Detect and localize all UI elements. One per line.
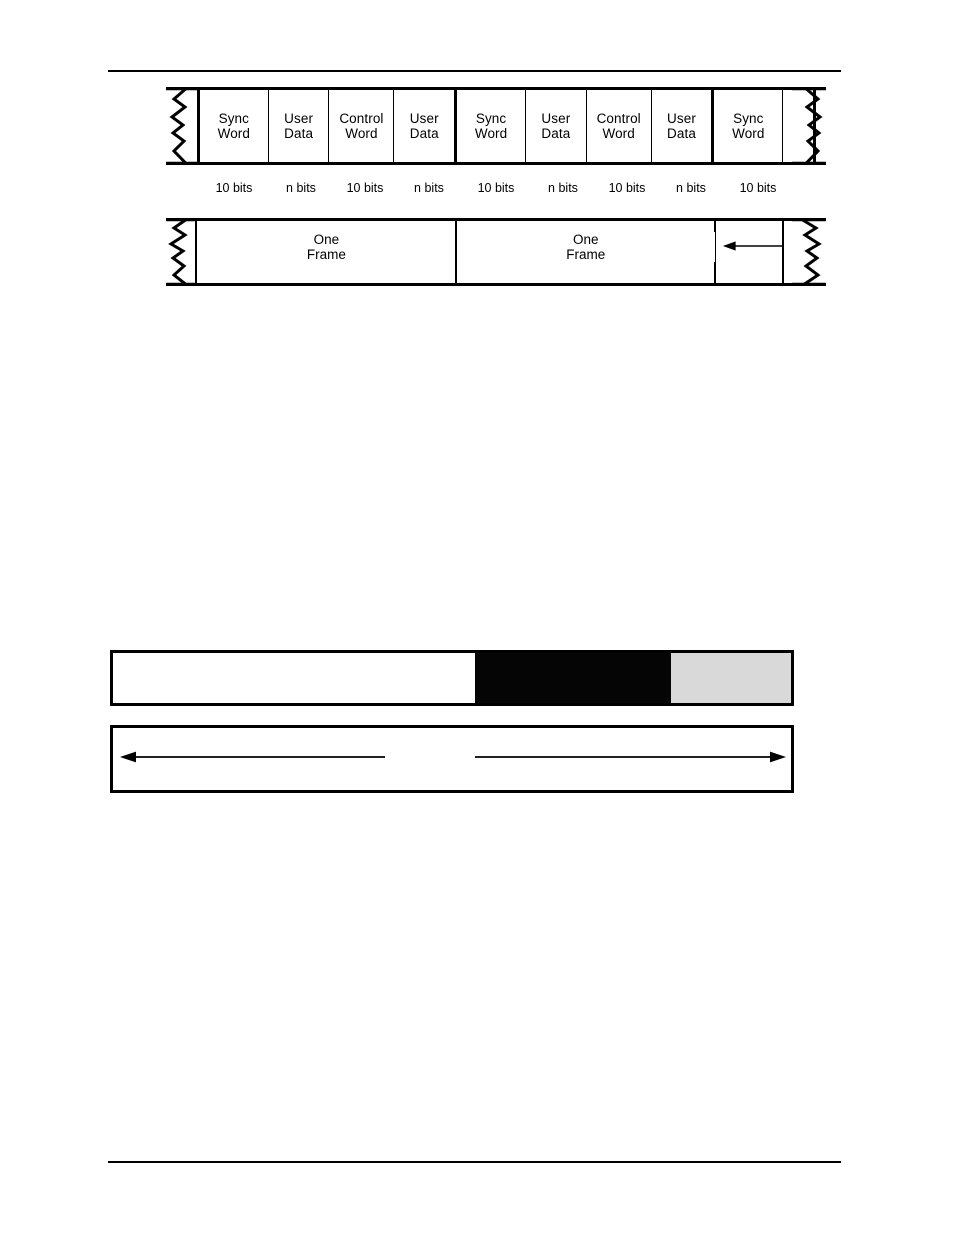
cell-user-data-3: User Data [524,90,587,162]
frame-span-label-2: One Frame [456,232,715,262]
cell-line-2: Word [474,126,508,141]
frame-span-line-2: Frame [456,247,715,262]
cell-line-2: Word [732,126,765,141]
segment-black [475,653,671,703]
bit-label-10-bits-5: 10 bits [739,181,777,195]
frame-span-line-1: One [197,232,456,247]
cell-line-2: Data [541,126,571,141]
span-arrow-left-icon [119,750,385,764]
cell-line-1: Sync [218,111,250,126]
frame-span-line-1: One [456,232,715,247]
frame-span-row: One Frame One Frame [195,218,792,286]
left-arrow-icon-3 [722,239,783,253]
cell-sync-word-2: Sync Word [454,90,527,162]
cell-line-2: Data [667,126,696,141]
frame-span-label-1: One Frame [197,232,456,262]
bit-label-10-bits-2: 10 bits [346,181,384,195]
cell-line-2: Word [217,126,251,141]
torn-edge-right-icon-2 [792,218,826,296]
span-box [110,725,794,793]
bit-label-10-bits-3: 10 bits [477,181,515,195]
frame-span-strip: One Frame One Frame [166,218,826,286]
cell-line-2: Data [284,126,314,141]
torn-edge-left-icon [166,87,200,165]
cell-line-1: Control [596,111,641,126]
bit-label-n-bits-2: n bits [414,181,444,195]
cell-user-data-4: User Data [650,90,713,162]
segment-gray [671,653,791,703]
header-rule [108,70,841,72]
cell-line-1: User [284,111,314,126]
frame-span-line-2: Frame [197,247,456,262]
bit-label-n-bits-3: n bits [548,181,578,195]
cell-user-data-1: User Data [267,90,330,162]
span-arrow-right-icon [475,750,787,764]
cell-sync-word-1: Sync Word [196,90,269,162]
frame-cell-strip: Sync Word User Data Control Word User Da… [166,87,826,165]
bit-count-label-row: 10 bits n bits 10 bits n bits 10 bits n … [198,178,792,198]
frame-structure-diagram: Sync Word User Data Control Word User Da… [0,80,954,300]
cell-control-word-1: Control Word [328,90,395,162]
cell-line-1: User [541,111,571,126]
cell-control-word-2: Control Word [585,90,652,162]
frame-span-3 [714,221,785,283]
cell-line-1: User [667,111,696,126]
cell-user-data-2: User Data [393,90,456,162]
frame-cell-row: Sync Word User Data Control Word User Da… [196,87,817,165]
cell-line-2: Data [409,126,439,141]
shaded-bar-diagram [110,650,794,793]
cell-line-2: Word [345,126,378,141]
footer-rule [108,1161,841,1163]
cell-line-1: Sync [475,111,507,126]
cell-line-1: User [409,111,439,126]
cell-sync-word-3: Sync Word [711,90,784,162]
frame-span-2: One Frame [454,221,717,283]
cell-line-1: Sync [733,111,764,126]
torn-edge-right-icon [792,87,826,165]
shaded-bar [110,650,794,706]
document-page: Sync Word User Data Control Word User Da… [0,0,954,1235]
bit-label-n-bits-4: n bits [676,181,706,195]
cell-line-2: Word [602,126,635,141]
bit-label-10-bits-4: 10 bits [608,181,646,195]
bit-label-n-bits-1: n bits [286,181,316,195]
bit-label-10-bits-1: 10 bits [215,181,253,195]
frame-span-1: One Frame [195,221,458,283]
segment-white [113,653,475,703]
cell-line-1: Control [339,111,384,126]
